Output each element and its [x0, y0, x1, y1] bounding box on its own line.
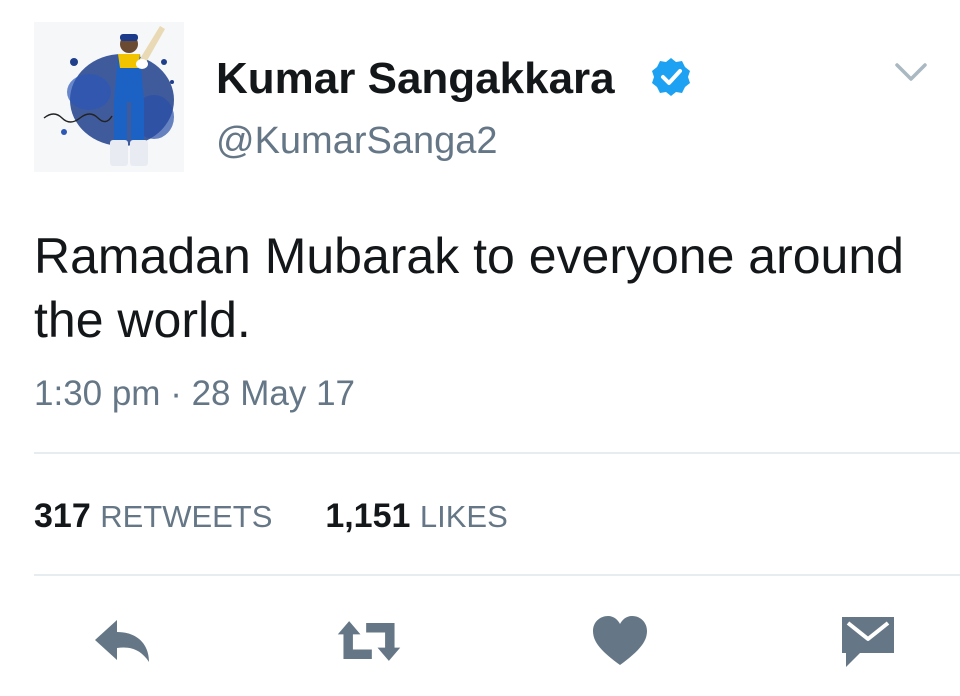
tweet-stats: 317 RETWEETS 1,151 LIKES: [34, 494, 508, 539]
tweet-card: Kumar Sangakkara @KumarSanga2 Ramadan Mu…: [0, 0, 960, 696]
tweet-text: Ramadan Mubarak to everyone around the w…: [34, 228, 904, 348]
author-handle[interactable]: @KumarSanga2: [216, 118, 498, 164]
retweet-icon: [337, 621, 401, 661]
retweet-button[interactable]: [334, 610, 404, 672]
reply-button[interactable]: [88, 610, 158, 672]
retweets-label[interactable]: RETWEETS: [100, 499, 272, 534]
likes-label[interactable]: LIKES: [420, 499, 508, 534]
divider: [34, 574, 960, 576]
like-button[interactable]: [585, 610, 655, 672]
verified-badge-icon: [652, 58, 690, 96]
avatar-image: [34, 22, 184, 172]
envelope-icon: [842, 617, 894, 667]
avatar[interactable]: [34, 22, 184, 172]
direct-message-button[interactable]: [833, 610, 903, 672]
tweet-timestamp[interactable]: 1:30 pm · 28 May 17: [34, 372, 355, 416]
retweets-count[interactable]: 317: [34, 497, 91, 535]
likes-count[interactable]: 1,151: [325, 497, 410, 535]
divider: [34, 452, 960, 454]
heart-icon: [593, 616, 647, 665]
author-name[interactable]: Kumar Sangakkara: [216, 54, 615, 104]
reply-icon: [95, 620, 149, 662]
chevron-down-icon[interactable]: [893, 60, 929, 84]
